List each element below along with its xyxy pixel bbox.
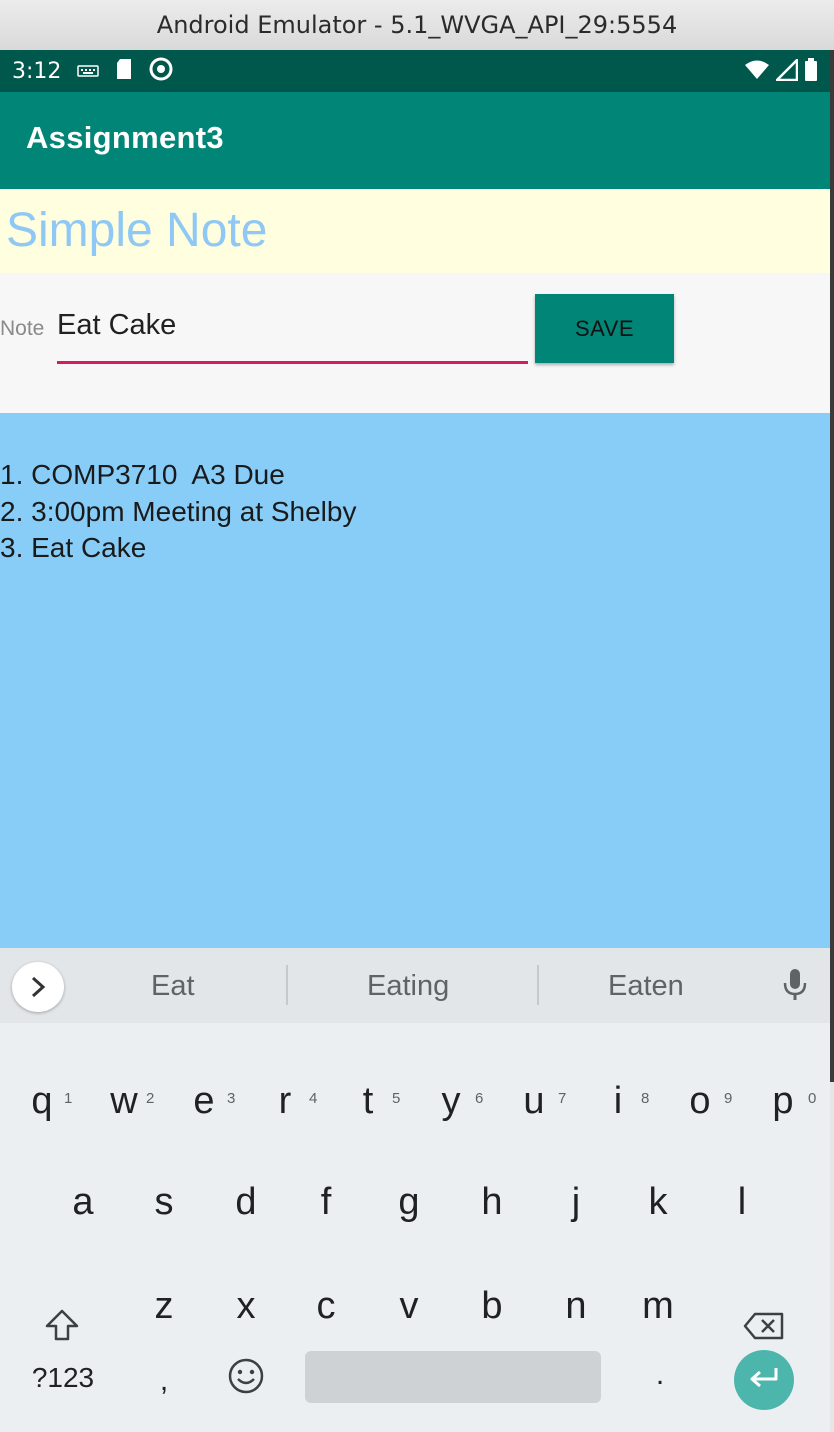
save-button[interactable]: SAVE bbox=[535, 294, 674, 363]
sync-icon bbox=[149, 57, 173, 85]
app-bar: Assignment3 bbox=[0, 92, 830, 189]
key-hint: 1 bbox=[64, 1090, 73, 1107]
key-p[interactable]: p bbox=[753, 1080, 813, 1123]
key-k[interactable]: k bbox=[628, 1181, 688, 1224]
note-label: Note bbox=[0, 317, 45, 340]
key-b[interactable]: b bbox=[462, 1285, 522, 1328]
list-item: 3. Eat Cake bbox=[0, 532, 147, 563]
key-hint: 6 bbox=[475, 1090, 484, 1107]
symbols-key[interactable]: ?123 bbox=[28, 1362, 98, 1394]
backspace-icon[interactable] bbox=[743, 1312, 785, 1344]
key-t[interactable]: t bbox=[338, 1080, 398, 1123]
suggestion-divider bbox=[286, 965, 288, 1005]
key-q[interactable]: q bbox=[12, 1080, 72, 1123]
key-i[interactable]: i bbox=[588, 1080, 648, 1123]
enter-icon bbox=[748, 1366, 780, 1394]
list-item: 1. COMP3710 A3 Due bbox=[0, 459, 285, 490]
suggestion-1[interactable]: Eat bbox=[151, 970, 195, 1003]
status-icons bbox=[744, 56, 818, 86]
key-c[interactable]: c bbox=[296, 1285, 356, 1328]
suggestion-3[interactable]: Eaten bbox=[608, 970, 684, 1003]
header-band: Simple Note bbox=[0, 189, 830, 273]
key-hint: 8 bbox=[641, 1090, 650, 1107]
key-v[interactable]: v bbox=[379, 1285, 439, 1328]
page-title: Simple Note bbox=[6, 204, 268, 257]
key-z[interactable]: z bbox=[134, 1285, 194, 1328]
key-hint: 5 bbox=[392, 1090, 401, 1107]
device-frame-edge bbox=[830, 50, 834, 1082]
key-g[interactable]: g bbox=[379, 1181, 439, 1224]
microphone-icon[interactable] bbox=[782, 968, 808, 1006]
notes-panel: 1. COMP3710 A3 Due 2. 3:00pm Meeting at … bbox=[0, 413, 830, 948]
key-h[interactable]: h bbox=[462, 1181, 522, 1224]
status-time: 3:12 bbox=[12, 58, 62, 84]
key-hint: 3 bbox=[227, 1090, 236, 1107]
period-key[interactable]: . bbox=[630, 1358, 690, 1392]
key-hint: 4 bbox=[309, 1090, 318, 1107]
soft-keyboard: Eat Eating Eaten q 1 w 2 e 3 r 4 t 5 y 6… bbox=[0, 948, 830, 1432]
key-hint: 9 bbox=[724, 1090, 733, 1107]
key-l[interactable]: l bbox=[712, 1181, 772, 1224]
key-d[interactable]: d bbox=[216, 1181, 276, 1224]
status-bar: 3:12 bbox=[0, 50, 830, 92]
emoji-icon[interactable] bbox=[228, 1358, 264, 1398]
chevron-right-icon[interactable] bbox=[12, 962, 64, 1012]
wifi-icon bbox=[744, 59, 770, 85]
notes-list: 1. COMP3710 A3 Due 2. 3:00pm Meeting at … bbox=[0, 457, 356, 567]
app-title: Assignment3 bbox=[26, 120, 224, 155]
key-e[interactable]: e bbox=[174, 1080, 234, 1123]
key-hint: 7 bbox=[558, 1090, 567, 1107]
key-o[interactable]: o bbox=[670, 1080, 730, 1123]
key-hint: 0 bbox=[808, 1090, 817, 1107]
list-item: 2. 3:00pm Meeting at Shelby bbox=[0, 495, 357, 527]
enter-button[interactable] bbox=[734, 1350, 794, 1410]
key-s[interactable]: s bbox=[134, 1181, 194, 1224]
window-title-bar: Android Emulator - 5.1_WVGA_API_29:5554 bbox=[0, 0, 834, 51]
key-hint: 2 bbox=[146, 1090, 155, 1107]
key-u[interactable]: u bbox=[504, 1080, 564, 1123]
keyboard-notification-icon bbox=[77, 62, 100, 81]
key-a[interactable]: a bbox=[53, 1181, 113, 1224]
shift-icon[interactable] bbox=[44, 1308, 80, 1346]
suggestion-divider bbox=[537, 965, 539, 1005]
note-input[interactable]: Eat Cake bbox=[57, 309, 176, 342]
sd-card-icon bbox=[115, 58, 133, 84]
note-input-underline bbox=[57, 361, 528, 364]
suggestion-2[interactable]: Eating bbox=[367, 970, 449, 1003]
key-y[interactable]: y bbox=[421, 1080, 481, 1123]
key-j[interactable]: j bbox=[546, 1181, 606, 1224]
cell-signal-icon bbox=[773, 56, 799, 85]
note-form: Note Eat Cake SAVE bbox=[0, 273, 830, 413]
device-frame-edge-lower bbox=[830, 1082, 834, 1432]
key-n[interactable]: n bbox=[546, 1285, 606, 1328]
suggestion-strip: Eat Eating Eaten bbox=[0, 948, 830, 1023]
key-x[interactable]: x bbox=[216, 1285, 276, 1328]
window-title: Android Emulator - 5.1_WVGA_API_29:5554 bbox=[156, 11, 678, 39]
space-bar[interactable] bbox=[305, 1351, 601, 1403]
key-w[interactable]: w bbox=[94, 1080, 154, 1123]
key-f[interactable]: f bbox=[296, 1181, 356, 1224]
key-m[interactable]: m bbox=[628, 1285, 688, 1328]
device-screen: 3:12 Assignment3 Simple Note Note Eat Ca… bbox=[0, 50, 830, 1432]
battery-icon bbox=[804, 58, 818, 86]
comma-key[interactable]: , bbox=[134, 1364, 194, 1398]
key-r[interactable]: r bbox=[255, 1080, 315, 1123]
